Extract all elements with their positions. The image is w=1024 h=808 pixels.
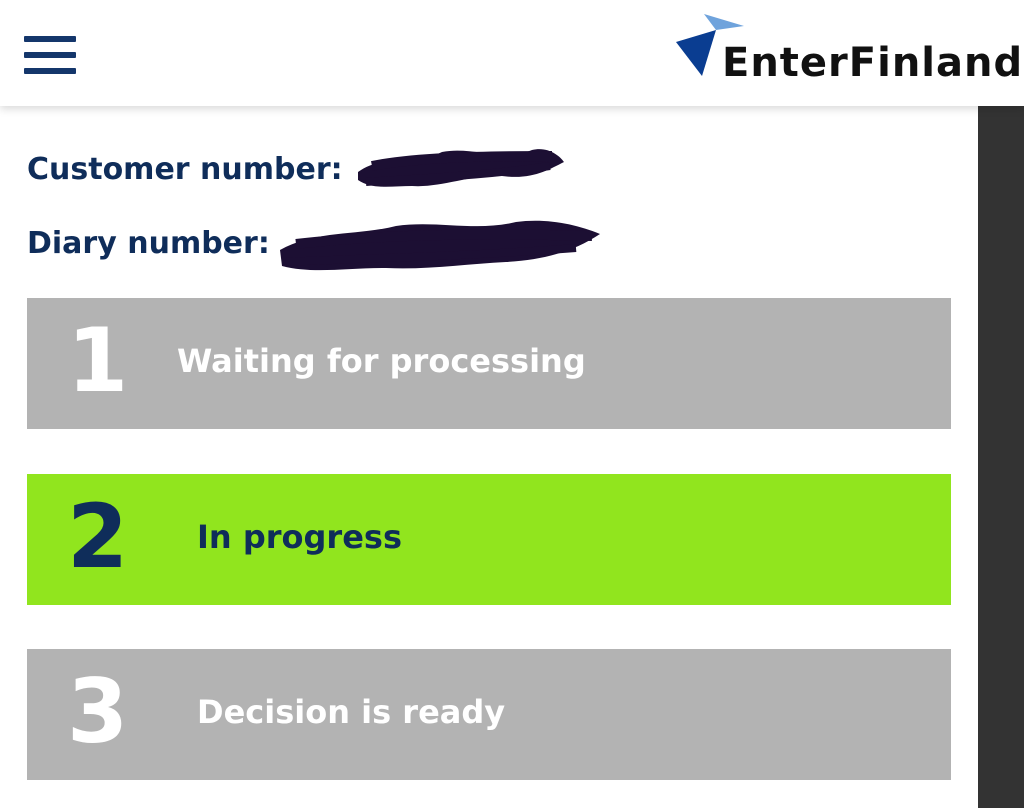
logo-text: EnterFinland — [722, 40, 1024, 86]
step-3-label: Decision is ready — [197, 693, 506, 731]
step-2-number: 2 — [67, 485, 129, 588]
diary-number-redaction — [280, 220, 600, 271]
customer-number-redaction — [358, 149, 564, 187]
customer-number-label: Customer number: — [27, 152, 343, 187]
status-step-2: 2 In progress — [27, 474, 951, 605]
step-2-label: In progress — [197, 518, 402, 556]
step-1-number: 1 — [67, 309, 129, 412]
application-status-panel: Customer number: Diary number: 1 Waiting… — [0, 106, 978, 808]
scrollbar-track[interactable] — [978, 106, 1024, 808]
step-1-label: Waiting for processing — [177, 342, 586, 380]
step-3-number: 3 — [67, 660, 129, 763]
hamburger-menu-icon[interactable] — [24, 36, 76, 74]
diary-number-label: Diary number: — [27, 226, 270, 261]
enterfinland-logo[interactable]: EnterFinland — [674, 10, 1022, 90]
status-step-3: 3 Decision is ready — [27, 649, 951, 780]
status-step-1: 1 Waiting for processing — [27, 298, 951, 429]
top-bar: EnterFinland — [0, 0, 1024, 106]
